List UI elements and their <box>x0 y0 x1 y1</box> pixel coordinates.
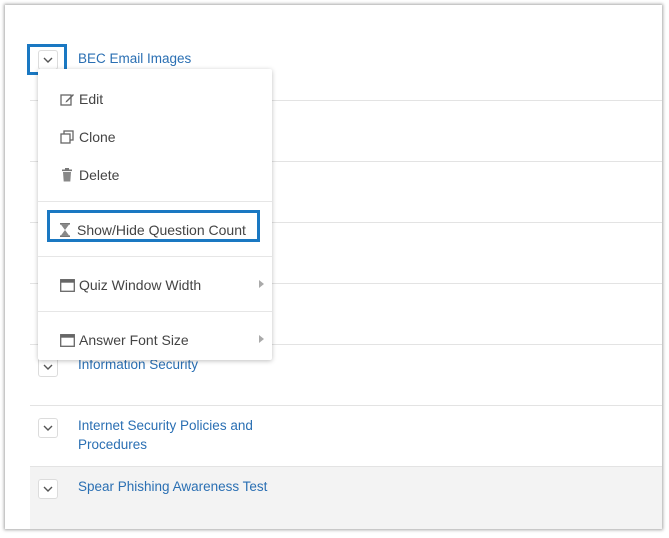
quiz-title-link[interactable]: BEC Email Images <box>78 49 268 68</box>
context-menu: Edit Clone Delete Show/Hide Question Cou… <box>38 69 272 360</box>
quiz-list-panel: BEC Email Images Information Security In… <box>5 5 662 529</box>
window-icon <box>58 332 76 348</box>
menu-divider <box>38 201 272 202</box>
table-row[interactable]: Internet Security Policies and Procedure… <box>30 405 662 466</box>
menu-item-clone[interactable]: Clone <box>38 119 272 155</box>
menu-item-edit[interactable]: Edit <box>38 81 272 117</box>
menu-item-delete[interactable]: Delete <box>38 157 272 193</box>
quiz-title-link[interactable]: Spear Phishing Awareness Test <box>78 477 268 496</box>
trash-icon <box>58 167 76 183</box>
table-row[interactable]: Spear Phishing Awareness Test <box>30 466 662 529</box>
menu-divider <box>38 256 272 257</box>
edit-icon <box>58 91 76 107</box>
chevron-down-icon[interactable] <box>38 357 58 377</box>
menu-item-answer-font-size[interactable]: Answer Font Size <box>38 322 272 358</box>
chevron-down-icon[interactable] <box>38 479 58 499</box>
menu-divider <box>38 311 272 312</box>
menu-item-label: Delete <box>79 167 120 183</box>
menu-item-label: Quiz Window Width <box>79 277 202 293</box>
quiz-title-link[interactable]: Internet Security Policies and Procedure… <box>78 416 268 454</box>
window-icon <box>58 277 76 293</box>
submenu-arrow-icon <box>259 280 264 288</box>
menu-item-quiz-window-width[interactable]: Quiz Window Width <box>38 267 272 303</box>
menu-item-highlight-box <box>47 210 260 242</box>
menu-item-label: Edit <box>79 91 104 107</box>
submenu-arrow-icon <box>259 335 264 343</box>
menu-item-label: Answer Font Size <box>79 332 189 348</box>
clone-icon <box>58 129 76 145</box>
chevron-down-icon[interactable] <box>38 418 58 438</box>
menu-item-label: Clone <box>79 129 116 145</box>
